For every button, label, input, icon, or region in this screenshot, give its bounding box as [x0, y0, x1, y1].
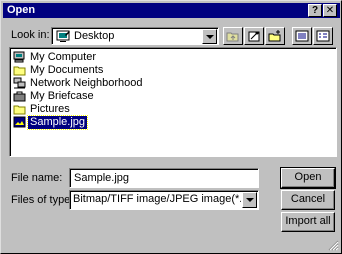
help-button[interactable]: ?	[308, 4, 322, 17]
computer-icon	[13, 51, 25, 63]
look-in-dropdown-button[interactable]	[202, 29, 217, 44]
list-item-label: Pictures	[30, 103, 70, 115]
list-item-label: My Documents	[30, 64, 104, 76]
list-item-label: My Briefcase	[30, 90, 94, 102]
list-item-label: Sample.jpg	[26, 115, 89, 130]
briefcase-icon	[13, 91, 26, 102]
close-button[interactable]: ✕	[323, 4, 337, 17]
details-view-button[interactable]	[313, 27, 333, 45]
files-of-type-value: Bitmap/TIFF image/JPEG image(*.bmp;*tif;…	[73, 193, 241, 205]
list-item-label: My Computer	[30, 51, 97, 63]
files-of-type-combo[interactable]: Bitmap/TIFF image/JPEG image(*.bmp;*tif;…	[69, 190, 259, 210]
folder-up-icon	[226, 32, 239, 42]
network-icon	[13, 77, 26, 89]
image-file-icon	[13, 116, 26, 128]
file-list[interactable]: My Computer My Documents Network Neighbo…	[9, 47, 337, 157]
window-title: Open	[7, 4, 36, 16]
desktop-icon	[56, 30, 70, 42]
resize-grip-icon[interactable]	[328, 240, 339, 251]
look-in-combo[interactable]: Desktop	[51, 27, 219, 45]
look-in-value: Desktop	[74, 30, 115, 42]
look-in-label-text: Look in:	[11, 29, 50, 41]
file-name-input[interactable]: Sample.jpg	[69, 168, 259, 188]
new-folder-button[interactable]	[265, 27, 285, 45]
title-bar[interactable]: Open ? ✕	[3, 3, 340, 18]
files-of-type-label: Files of type:	[11, 194, 74, 206]
file-name-label: File name:	[11, 172, 63, 184]
favorites-button[interactable]	[244, 27, 264, 45]
favorites-icon	[248, 31, 260, 42]
details-view-icon	[316, 30, 330, 42]
cancel-button[interactable]: Cancel	[281, 190, 335, 210]
list-item-label: Network Neighborhood	[30, 77, 143, 89]
new-folder-icon	[268, 30, 281, 42]
up-one-level-button[interactable]	[223, 27, 243, 45]
folder-icon	[13, 105, 26, 115]
files-of-type-dropdown-button[interactable]	[242, 192, 257, 208]
open-button[interactable]: Open	[280, 167, 336, 189]
folder-icon	[13, 66, 26, 76]
look-in-label: Look in:	[11, 29, 50, 42]
open-dialog: Open ? ✕ Look in: Desktop My Computer My…	[0, 0, 342, 254]
list-view-button[interactable]	[292, 27, 312, 45]
list-view-icon	[295, 30, 309, 42]
import-all-button[interactable]: Import all	[281, 212, 335, 232]
